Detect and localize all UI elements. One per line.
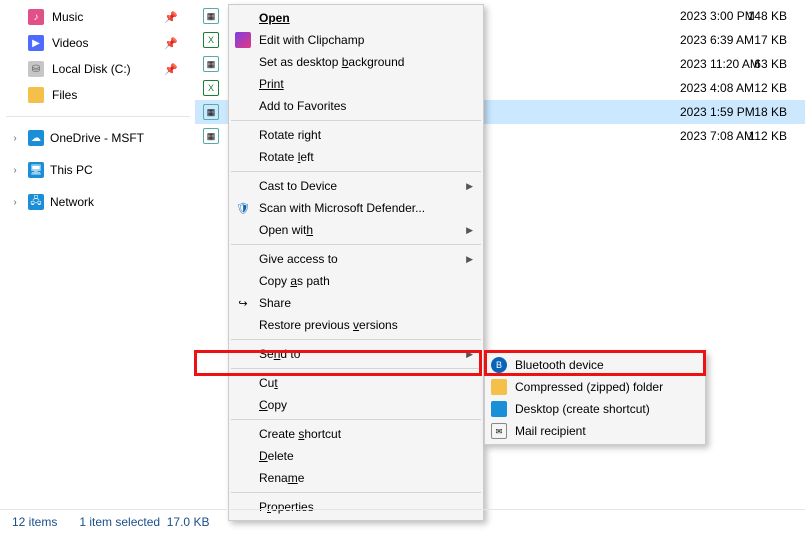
jpg-icon: ▦ [203,104,219,120]
chevron-right-icon: ▶ [466,225,473,236]
file-size: 112 KB [749,129,787,143]
bluetooth-icon: B [491,357,507,373]
separator [231,244,481,245]
nav-music[interactable]: ♪ Music 📌 [0,4,190,30]
pin-icon: 📌 [164,63,178,76]
ctx-send-to[interactable]: Send to▶ [229,343,483,365]
ctx-open-with[interactable]: Open with▶ [229,219,483,241]
jpg-icon: ▦ [203,128,219,144]
separator [231,339,481,340]
sub-bluetooth[interactable]: BBluetooth device [485,354,705,376]
nav-onedrive[interactable]: › ☁ OneDrive - MSFT [0,125,190,151]
file-size: 63 KB [754,57,787,71]
videos-icon: ▶ [28,35,44,51]
file-size: 18 KB [754,105,787,119]
nav-network[interactable]: › 🖧 Network [0,189,190,215]
chevron-right-icon: ▶ [466,181,473,192]
ctx-create-shortcut[interactable]: Create shortcut [229,423,483,445]
separator [231,368,481,369]
xlsx-icon: X [203,80,219,96]
ctx-restore[interactable]: Restore previous versions [229,314,483,336]
separator [231,120,481,121]
status-item-count: 12 items [12,515,57,529]
pin-icon: 📌 [164,37,178,50]
chevron-right-icon[interactable]: › [8,165,22,176]
monitor-icon: 🖥 [28,162,44,178]
ctx-give-access[interactable]: Give access to▶ [229,248,483,270]
separator [231,171,481,172]
nav-files[interactable]: Files [0,82,190,108]
share-icon: ↪ [235,295,251,311]
chevron-right-icon[interactable]: › [8,133,22,144]
xlsx-icon: X [203,32,219,48]
cloud-icon: ☁ [28,130,44,146]
clipchamp-icon [235,32,251,48]
ctx-rotate-right[interactable]: Rotate right [229,124,483,146]
context-menu: Open Edit with Clipchamp Set as desktop … [228,4,484,521]
ctx-cut[interactable]: Cut [229,372,483,394]
nav-label: Videos [52,36,88,50]
folder-icon [28,87,44,103]
ctx-defender[interactable]: 🛡Scan with Microsoft Defender... [229,197,483,219]
shield-icon: 🛡 [235,200,251,216]
file-size: 12 KB [754,81,787,95]
jpg-icon: ▦ [203,56,219,72]
file-size: 148 KB [748,9,787,23]
pin-icon: 📌 [164,11,178,24]
nav-label: Files [52,88,77,102]
jpg-icon: ▦ [203,8,219,24]
separator [231,419,481,420]
sub-zip[interactable]: Compressed (zipped) folder [485,376,705,398]
ctx-cast[interactable]: Cast to Device▶ [229,175,483,197]
navigation-pane: ♪ Music 📌 ▶ Videos 📌 ⛁ Local Disk (C:) 📌… [0,0,190,215]
ctx-add-favorites[interactable]: Add to Favorites [229,95,483,117]
chevron-right-icon: ▶ [466,349,473,360]
music-icon: ♪ [28,9,44,25]
nav-label: Network [50,195,94,209]
nav-label: Music [52,10,83,24]
sub-desktop[interactable]: Desktop (create shortcut) [485,398,705,420]
sub-mail[interactable]: ✉Mail recipient [485,420,705,442]
zip-icon [491,379,507,395]
ctx-copy[interactable]: Copy [229,394,483,416]
chevron-right-icon[interactable]: › [8,197,22,208]
nav-label: This PC [50,163,93,177]
ctx-print[interactable]: Print [229,73,483,95]
nav-label: OneDrive - MSFT [50,131,144,145]
ctx-delete[interactable]: Delete [229,445,483,467]
ctx-clipchamp[interactable]: Edit with Clipchamp [229,29,483,51]
nav-local-disk[interactable]: ⛁ Local Disk (C:) 📌 [0,56,190,82]
file-size: 17 KB [754,33,787,47]
ctx-copy-path[interactable]: Copy as path [229,270,483,292]
separator [231,492,481,493]
chevron-right-icon: ▶ [466,254,473,265]
nav-this-pc[interactable]: › 🖥 This PC [0,157,190,183]
nav-videos[interactable]: ▶ Videos 📌 [0,30,190,56]
network-icon: 🖧 [28,194,44,210]
ctx-open[interactable]: Open [229,7,483,29]
desktop-icon [491,401,507,417]
ctx-rename[interactable]: Rename [229,467,483,489]
mail-icon: ✉ [491,423,507,439]
ctx-set-background[interactable]: Set as desktop background [229,51,483,73]
status-bar: 12 items 1 item selected 17.0 KB [0,509,805,533]
send-to-submenu: BBluetooth device Compressed (zipped) fo… [484,351,706,445]
ctx-rotate-left[interactable]: Rotate left [229,146,483,168]
nav-label: Local Disk (C:) [52,62,131,76]
status-selection: 1 item selected 17.0 KB [79,515,209,529]
ctx-share[interactable]: ↪Share [229,292,483,314]
disk-icon: ⛁ [28,61,44,77]
nav-separator [6,116,190,117]
